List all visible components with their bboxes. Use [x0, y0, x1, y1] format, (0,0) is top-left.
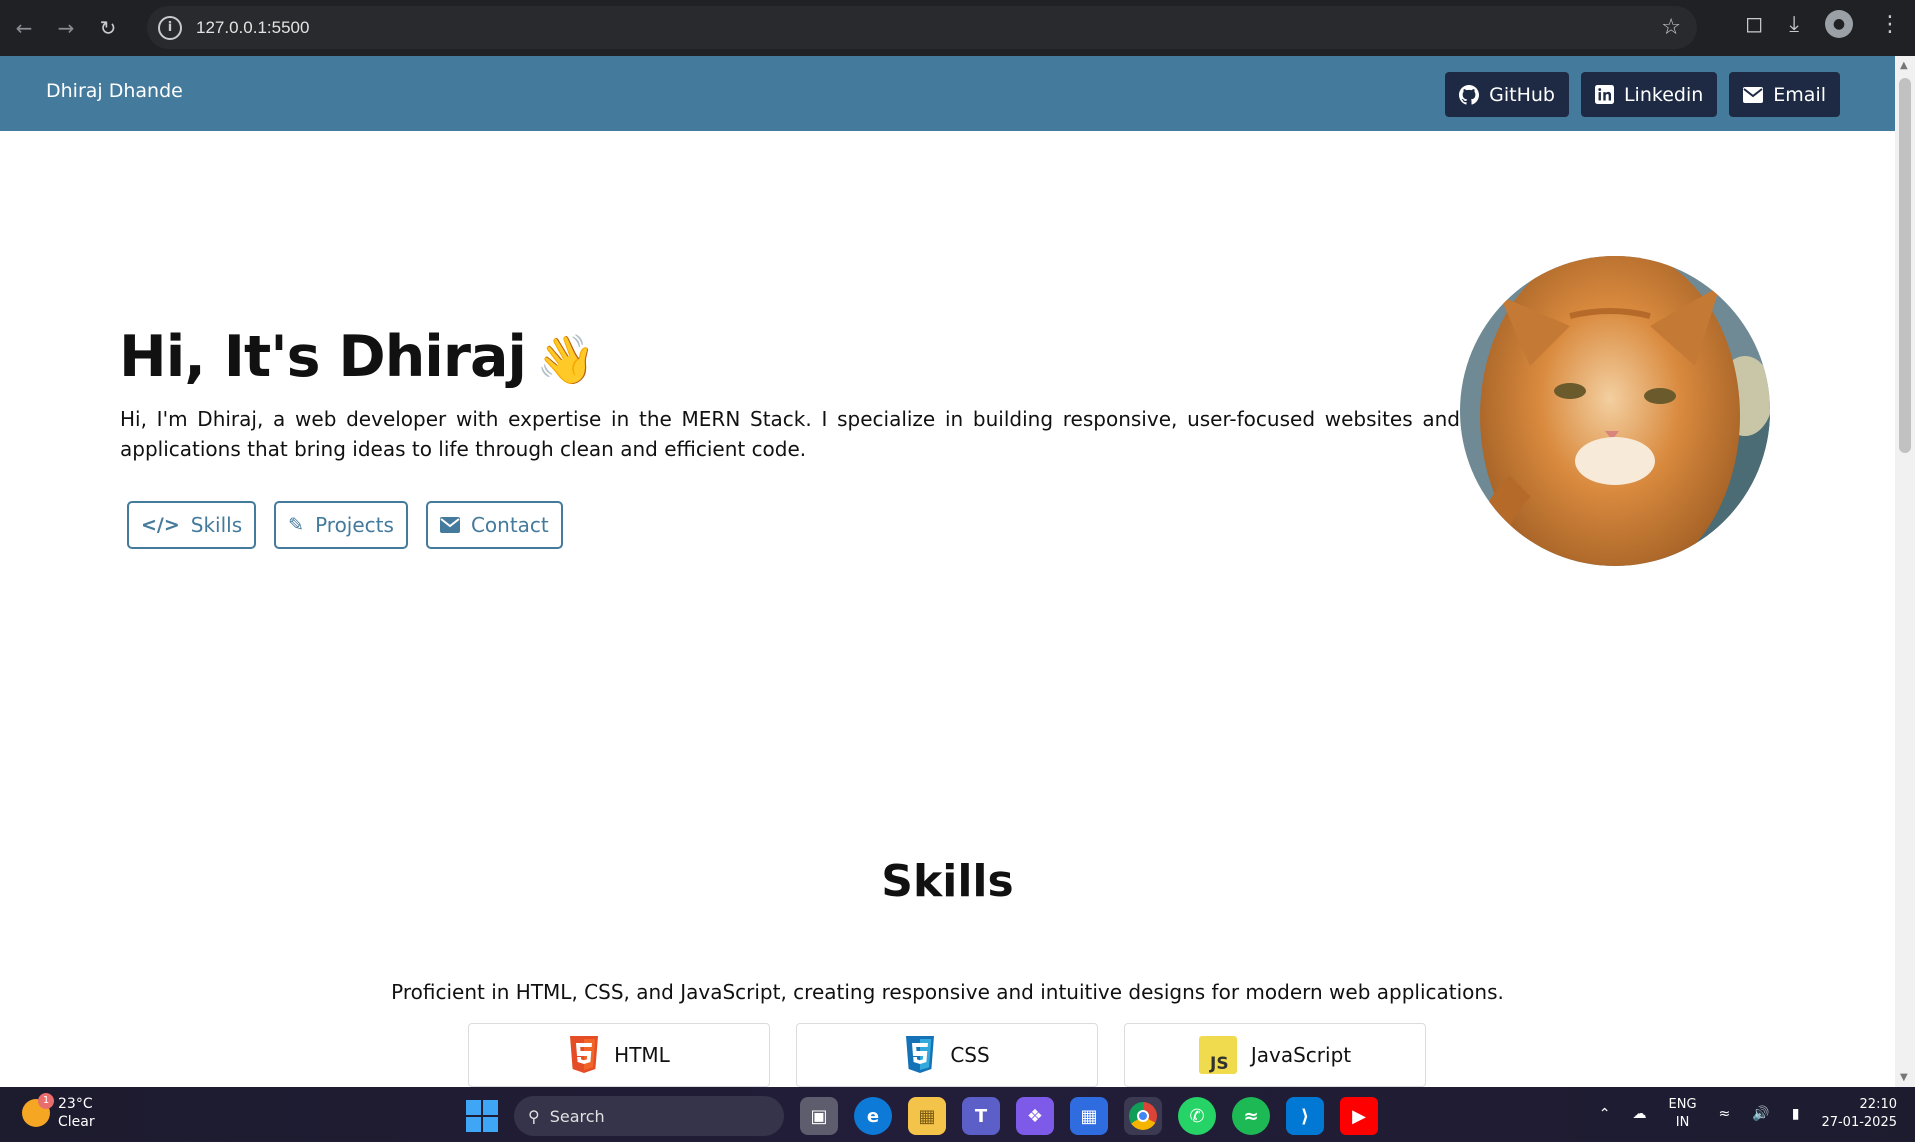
- page-viewport: Dhiraj Dhande GitHub Linkedin Email Hi, …: [0, 56, 1895, 1087]
- hero-title-text: Hi, It's Dhiraj: [119, 324, 527, 390]
- profile-photo: [1460, 256, 1770, 566]
- html5-icon: [570, 1036, 599, 1073]
- task-view-icon[interactable]: ▣: [800, 1097, 838, 1135]
- projects-button-label: Projects: [315, 513, 394, 537]
- download-icon[interactable]: ⤓: [1789, 12, 1799, 37]
- email-link[interactable]: Email: [1729, 72, 1840, 117]
- lang-top: ENG: [1668, 1097, 1697, 1112]
- skills-description: Proficient in HTML, CSS, and JavaScript,…: [391, 980, 1504, 1004]
- url-text[interactable]: 127.0.0.1:5500: [196, 18, 309, 38]
- teams-icon[interactable]: T: [962, 1097, 1000, 1135]
- language-indicator[interactable]: ENG IN: [1669, 1096, 1697, 1132]
- github-icon: [1459, 84, 1480, 105]
- clock-time: 22:10: [1859, 1097, 1897, 1112]
- chrome-icon[interactable]: [1124, 1097, 1162, 1135]
- pencil-icon: ✎: [288, 514, 305, 536]
- projects-button[interactable]: ✎ Projects: [274, 501, 408, 549]
- profile-avatar[interactable]: ●: [1825, 10, 1853, 38]
- weather-widget[interactable]: 1 23°C Clear: [22, 1093, 95, 1131]
- menu-kebab-icon[interactable]: ⋮: [1879, 12, 1901, 37]
- site-brand[interactable]: Dhiraj Dhande: [46, 80, 183, 102]
- email-label: Email: [1773, 83, 1826, 106]
- envelope-icon: [1743, 86, 1764, 103]
- address-bar[interactable]: i 127.0.0.1:5500 ☆: [147, 6, 1697, 49]
- code-icon: </>: [141, 514, 180, 536]
- github-label: GitHub: [1489, 83, 1555, 106]
- js-icon: JS: [1198, 1036, 1237, 1074]
- onedrive-icon[interactable]: ☁: [1633, 1106, 1647, 1122]
- vscode-icon[interactable]: ⟩: [1286, 1097, 1324, 1135]
- linkedin-icon: [1594, 85, 1614, 104]
- search-icon: ⚲: [528, 1106, 540, 1126]
- battery-icon[interactable]: ▮: [1792, 1106, 1800, 1122]
- skill-card-css: CSS: [796, 1023, 1098, 1087]
- copilot-icon[interactable]: ❖: [1016, 1097, 1054, 1135]
- scrollbar-thumb[interactable]: [1899, 78, 1911, 453]
- back-button[interactable]: ←: [6, 10, 42, 46]
- linkedin-label: Linkedin: [1623, 83, 1704, 106]
- volume-icon[interactable]: 🔊: [1752, 1106, 1769, 1122]
- skill-card-html: HTML: [468, 1023, 770, 1087]
- skill-card-javascript: JS JavaScript: [1124, 1023, 1426, 1087]
- github-link[interactable]: GitHub: [1445, 72, 1569, 117]
- extensions-icon[interactable]: ◻: [1745, 12, 1763, 37]
- skills-button-label: Skills: [190, 513, 243, 537]
- site-info-icon[interactable]: i: [158, 15, 182, 40]
- contact-button[interactable]: Contact: [425, 501, 563, 549]
- weather-icon: 1: [22, 1093, 54, 1127]
- clock-date: 27-01-2025: [1821, 1115, 1897, 1130]
- edge-icon[interactable]: e: [854, 1097, 892, 1135]
- svg-text:JS: JS: [1209, 1054, 1229, 1074]
- store-icon[interactable]: ▦: [1070, 1097, 1108, 1135]
- site-navbar: Dhiraj Dhande GitHub Linkedin Email: [0, 56, 1895, 131]
- contact-button-label: Contact: [470, 513, 549, 537]
- bookmark-star-icon[interactable]: ☆: [1661, 15, 1681, 40]
- scroll-down-arrow[interactable]: ▼: [1900, 1072, 1908, 1083]
- search-label: Search: [549, 1106, 605, 1126]
- tray-overflow-icon[interactable]: ⌃: [1599, 1106, 1611, 1122]
- taskbar-search[interactable]: ⚲ Search: [514, 1096, 784, 1136]
- forward-button[interactable]: →: [48, 10, 84, 46]
- reload-button[interactable]: ↻: [90, 10, 126, 46]
- hero-description: Hi, I'm Dhiraj, a web developer with exp…: [120, 407, 1460, 461]
- windows-taskbar: 1 23°C Clear ⚲ Search ▣ e ▦ T ❖ ▦ ✆ ≈ ⟩ …: [0, 1087, 1915, 1142]
- spotify-icon[interactable]: ≈: [1232, 1097, 1270, 1135]
- notification-badge: 1: [38, 1093, 54, 1109]
- weather-condition: Clear: [58, 1114, 95, 1130]
- weather-temp: 23°C: [58, 1096, 93, 1112]
- scroll-up-arrow[interactable]: ▲: [1900, 60, 1908, 71]
- browser-toolbar: ← → ↻ i 127.0.0.1:5500 ☆ ◻ ⤓ ● ⋮: [0, 0, 1915, 56]
- waving-hand-icon: 👋: [535, 332, 596, 388]
- wifi-icon[interactable]: ≈: [1719, 1106, 1731, 1122]
- system-clock[interactable]: 22:10 27-01-2025: [1821, 1096, 1897, 1132]
- whatsapp-icon[interactable]: ✆: [1178, 1097, 1216, 1135]
- hero-heading: Hi, It's Dhiraj 👋: [119, 324, 596, 390]
- start-button[interactable]: [466, 1100, 498, 1132]
- skill-label-css: CSS: [950, 1043, 990, 1067]
- page-scrollbar[interactable]: ▲ ▼: [1895, 56, 1915, 1087]
- lang-bottom: IN: [1675, 1115, 1690, 1130]
- skill-label-html: HTML: [614, 1043, 670, 1067]
- envelope-icon: [439, 517, 460, 533]
- css3-icon: [906, 1036, 935, 1073]
- linkedin-link[interactable]: Linkedin: [1580, 72, 1718, 117]
- file-explorer-icon[interactable]: ▦: [908, 1097, 946, 1135]
- skills-button[interactable]: </> Skills: [127, 501, 257, 549]
- youtube-icon[interactable]: ▶: [1340, 1097, 1378, 1135]
- skill-label-javascript: JavaScript: [1250, 1043, 1352, 1067]
- skills-heading: Skills: [881, 856, 1014, 907]
